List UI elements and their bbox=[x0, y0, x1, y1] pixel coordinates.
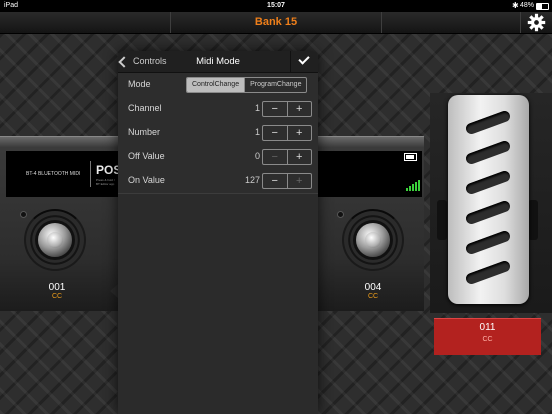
device-display-left: BT-4 BLUETOOTH MIDI POS Press & hold / B… bbox=[6, 151, 121, 197]
gear-icon[interactable] bbox=[527, 13, 546, 32]
expression-number: 011 bbox=[479, 322, 496, 333]
footswitch-1[interactable] bbox=[24, 209, 86, 271]
number-label: Number bbox=[128, 127, 161, 137]
battery-icon bbox=[536, 3, 549, 10]
battery-percent: 48% bbox=[520, 2, 535, 9]
on-value-label: On Value bbox=[128, 175, 165, 185]
expression-pedal[interactable] bbox=[448, 95, 529, 304]
off-value-stepper: − + bbox=[262, 149, 312, 165]
popover-title: Midi Mode bbox=[196, 56, 240, 67]
pedal-grip-slot bbox=[464, 139, 512, 166]
status-bar: iPad 15:07 ✱ 48% bbox=[0, 0, 552, 12]
on-value-decrement-button[interactable]: − bbox=[263, 174, 287, 188]
off-value-decrement-button[interactable]: − bbox=[263, 150, 287, 164]
pedal-grip-slot bbox=[464, 169, 512, 196]
bluetooth-icon: ✱ bbox=[512, 1, 519, 10]
pedal-hinge-right bbox=[528, 200, 538, 240]
segment-program-change[interactable]: ProgramChange bbox=[244, 78, 306, 92]
top-bar: Bank 15 bbox=[0, 12, 552, 34]
popover-header: Controls Midi Mode bbox=[118, 51, 318, 73]
device-battery-icon bbox=[404, 153, 417, 161]
display-subtext: Press & hold / BT Editor app bbox=[96, 178, 115, 186]
segment-control-change[interactable]: ControlChange bbox=[187, 78, 245, 92]
on-value-increment-button[interactable]: + bbox=[286, 174, 312, 188]
clock: 15:07 bbox=[267, 2, 285, 9]
off-value-label: Off Value bbox=[128, 151, 165, 161]
midi-mode-popover: Controls Midi Mode Mode ControlChange Pr… bbox=[118, 51, 318, 414]
mode-segmented-control: ControlChange ProgramChange bbox=[186, 77, 308, 93]
mode-label: Mode bbox=[128, 79, 151, 89]
footswitch-1-number: 001 bbox=[48, 282, 66, 293]
channel-increment-button[interactable]: + bbox=[286, 102, 312, 116]
channel-stepper: − + bbox=[262, 101, 312, 117]
expression-value-box[interactable]: 011 CC bbox=[434, 318, 541, 355]
footswitch-knob bbox=[356, 223, 390, 257]
footswitch-1-type: CC bbox=[51, 293, 63, 300]
popover-arrow bbox=[110, 284, 118, 298]
on-value-value: 127 bbox=[244, 175, 260, 185]
footswitch-4-type: CC bbox=[367, 293, 379, 300]
bank-title[interactable]: Bank 15 bbox=[0, 16, 552, 28]
off-value-row: Off Value 0 − + bbox=[118, 145, 318, 170]
display-model: BT-4 BLUETOOTH MIDI bbox=[26, 171, 81, 177]
number-stepper: − + bbox=[262, 125, 312, 141]
channel-value: 1 bbox=[254, 103, 260, 113]
pedal-grip-slot bbox=[464, 259, 512, 286]
channel-decrement-button[interactable]: − bbox=[263, 102, 287, 116]
number-row: Number 1 − + bbox=[118, 121, 318, 146]
device-display-right bbox=[318, 151, 422, 197]
footswitch-led bbox=[337, 211, 344, 218]
display-divider bbox=[90, 161, 91, 187]
channel-label: Channel bbox=[128, 103, 162, 113]
number-value: 1 bbox=[254, 127, 260, 137]
pedal-grip-slot bbox=[464, 229, 512, 256]
pedal-hinge-left bbox=[437, 200, 447, 240]
footswitch-knob bbox=[38, 223, 72, 257]
pedal-grip-slot bbox=[464, 199, 512, 226]
footswitch-4[interactable] bbox=[342, 209, 404, 271]
pedal-grip-slot bbox=[464, 109, 512, 136]
on-value-row: On Value 127 − + bbox=[118, 169, 318, 194]
on-value-stepper: − + bbox=[262, 173, 312, 189]
mode-row: Mode ControlChange ProgramChange bbox=[118, 73, 318, 98]
footswitch-4-number: 004 bbox=[364, 282, 382, 293]
number-decrement-button[interactable]: − bbox=[263, 126, 287, 140]
footswitch-led bbox=[20, 211, 27, 218]
header-divider bbox=[290, 51, 291, 72]
signal-icon bbox=[406, 177, 420, 191]
expression-type: CC bbox=[482, 336, 493, 343]
channel-row: Channel 1 − + bbox=[118, 97, 318, 122]
number-increment-button[interactable]: + bbox=[286, 126, 312, 140]
off-value-increment-button[interactable]: + bbox=[286, 150, 312, 164]
off-value-value: 0 bbox=[254, 151, 260, 161]
